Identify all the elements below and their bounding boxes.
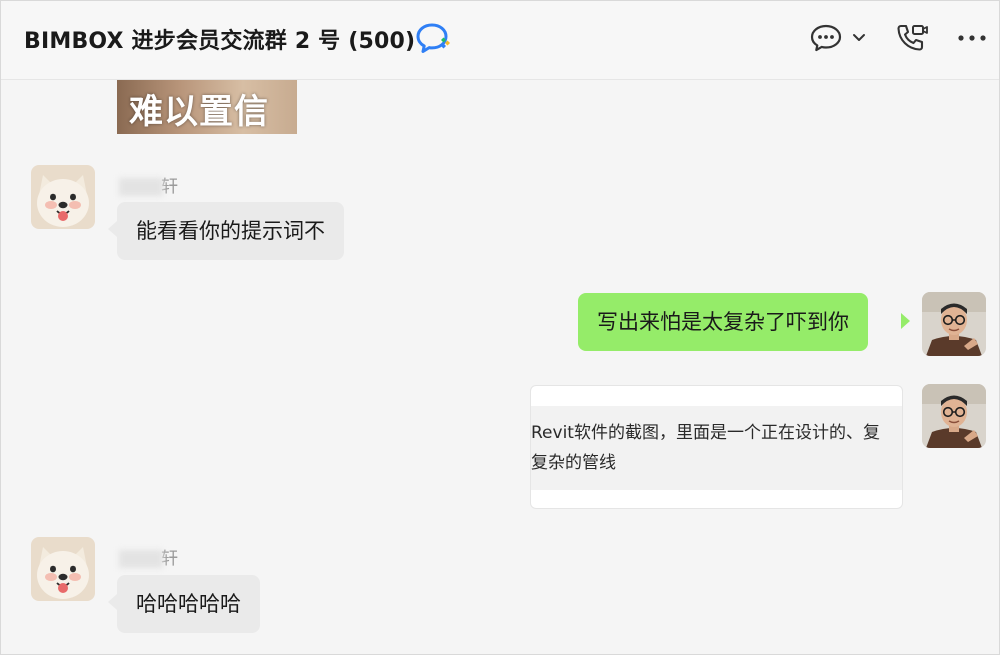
- chat-bubble-icon: [810, 24, 842, 52]
- more-button[interactable]: [956, 21, 988, 55]
- video-call-icon: [897, 24, 928, 51]
- card-text: Revit软件的截图，里面是一个正在设计的、复 复杂的管线: [531, 418, 902, 478]
- video-call-button[interactable]: [894, 21, 930, 55]
- more-icon: [958, 35, 986, 41]
- dog-avatar-icon: [31, 165, 95, 229]
- chat-options-dropdown[interactable]: [849, 21, 869, 55]
- chat-window: BIMBOX 进步会员交流群 2 号 (500) 难以置信 轩 能看看你的提示词…: [0, 0, 1000, 655]
- chat-header: BIMBOX 进步会员交流群 2 号 (500): [1, 1, 999, 80]
- message-bubble[interactable]: 能看看你的提示词不: [117, 202, 344, 260]
- message-bubble[interactable]: 哈哈哈哈哈: [117, 575, 260, 633]
- card-line-1: Revit软件的截图，里面是一个正在设计的、复: [531, 423, 880, 443]
- person-avatar-icon: [922, 292, 986, 356]
- avatar[interactable]: [31, 165, 95, 229]
- group-chat-badge-icon: [416, 23, 450, 53]
- sticker-image[interactable]: 难以置信: [117, 80, 297, 134]
- text-card-message[interactable]: Revit软件的截图，里面是一个正在设计的、复 复杂的管线: [530, 385, 903, 509]
- chat-bubble-button[interactable]: [809, 21, 843, 55]
- chevron-down-icon: [853, 34, 865, 41]
- bubble-tail: [901, 313, 910, 329]
- sender-name: 轩: [119, 172, 178, 197]
- person-avatar-icon: [922, 384, 986, 448]
- sender-name-visible: 轩: [161, 549, 178, 569]
- avatar[interactable]: [31, 537, 95, 601]
- sender-name: 轩: [119, 544, 178, 569]
- avatar-self[interactable]: [922, 292, 986, 356]
- group-title[interactable]: BIMBOX 进步会员交流群 2 号 (500): [24, 23, 415, 55]
- bubble-tail: [108, 594, 117, 610]
- bubble-tail: [108, 221, 117, 237]
- message-bubble-outgoing[interactable]: 写出来怕是太复杂了吓到你: [578, 293, 868, 351]
- dog-avatar-icon: [31, 537, 95, 601]
- sticker-caption: 难以置信: [129, 92, 269, 132]
- redacted-name: [119, 178, 163, 196]
- sender-name-visible: 轩: [161, 177, 178, 197]
- redacted-name: [119, 550, 163, 568]
- card-line-2: 复杂的管线: [531, 453, 616, 473]
- avatar-self[interactable]: [922, 384, 986, 448]
- message-list[interactable]: 难以置信 轩 能看看你的提示词不 写出来怕是太复杂了吓到你 Revit软件的截图…: [1, 80, 999, 654]
- card-body: Revit软件的截图，里面是一个正在设计的、复 复杂的管线: [531, 406, 902, 490]
